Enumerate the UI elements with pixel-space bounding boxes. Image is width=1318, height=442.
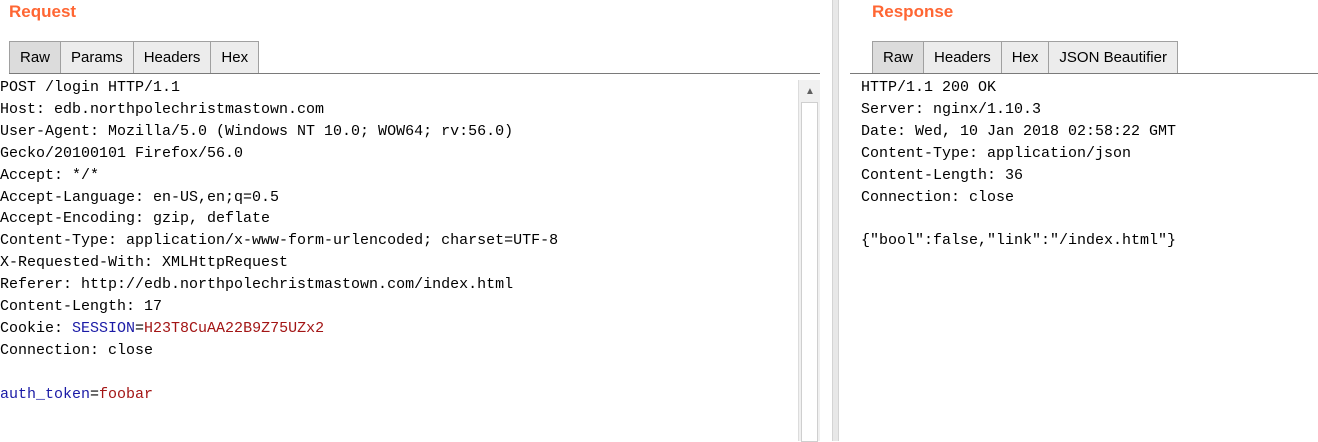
response-line: Content-Type: application/json (861, 144, 1132, 162)
body-param-name: auth_token (0, 385, 91, 403)
request-tab-underline (9, 73, 820, 74)
response-tab-underline (850, 73, 1318, 74)
cookie-equals: = (135, 319, 145, 337)
response-tab-json-beautifier[interactable]: JSON Beautifier (1049, 41, 1178, 73)
request-tabs: Raw Params Headers Hex (9, 41, 260, 74)
request-line: Gecko/20100101 Firefox/56.0 (0, 144, 244, 162)
request-line: Accept-Encoding: gzip, deflate (0, 210, 271, 228)
request-tab-params[interactable]: Params (61, 41, 134, 73)
request-line: User-Agent: Mozilla/5.0 (Windows NT 10.0… (0, 122, 514, 140)
response-line: Content-Length: 36 (861, 166, 1024, 184)
request-panel: Request Raw Params Headers Hex POST /log… (0, 0, 821, 442)
request-line: Content-Type: application/x-www-form-url… (0, 232, 559, 250)
response-tab-raw[interactable]: Raw (872, 41, 925, 74)
request-line: Host: edb.northpolechristmastown.com (0, 100, 325, 118)
request-tab-hex[interactable]: Hex (211, 41, 260, 73)
response-line: Date: Wed, 10 Jan 2018 02:58:22 GMT (861, 122, 1177, 140)
response-tabs: Raw Headers Hex JSON Beautifier (872, 41, 1178, 74)
scroll-thumb[interactable] (801, 102, 818, 442)
response-tab-hex[interactable]: Hex (1001, 41, 1050, 73)
request-scrollbar[interactable]: ▲ (798, 80, 821, 442)
response-tab-headers[interactable]: Headers (924, 41, 1002, 73)
scroll-up-arrow-icon[interactable]: ▲ (799, 80, 821, 102)
request-tab-raw[interactable]: Raw (9, 41, 62, 74)
request-raw-text[interactable]: POST /login HTTP/1.1 Host: edb.northpolec… (0, 77, 820, 406)
body-equals: = (90, 385, 100, 403)
response-raw-text[interactable]: HTTP/1.1 200 OK Server: nginx/1.10.3 Date:… (850, 77, 1318, 252)
response-line: Server: nginx/1.10.3 (861, 100, 1042, 118)
request-line: Connection: close (0, 341, 154, 359)
response-line: Connection: close (861, 188, 1015, 206)
split-divider[interactable] (832, 0, 839, 441)
request-editor[interactable]: POST /login HTTP/1.1 Host: edb.northpolec… (0, 77, 820, 441)
request-line: Content-Length: 17 (0, 298, 163, 316)
response-json-body: {"bool":false,"link":"/index.html"} (861, 232, 1177, 250)
request-tab-headers[interactable]: Headers (133, 41, 212, 73)
response-title: Response (872, 2, 954, 21)
request-line: X-Requested-With: XMLHttpRequest (0, 254, 289, 272)
request-line: Accept: */* (0, 166, 100, 184)
cookie-name: SESSION (72, 319, 136, 337)
response-line (861, 208, 1318, 230)
cookie-line: Cookie: SESSION=H23T8CuAA22B9Z75UZx2 (0, 318, 820, 340)
response-panel: Response Raw Headers Hex JSON Beautifier… (850, 0, 1318, 441)
request-title: Request (9, 2, 77, 21)
response-editor[interactable]: HTTP/1.1 200 OK Server: nginx/1.10.3 Date:… (850, 77, 1318, 441)
cookie-value: H23T8CuAA22B9Z75UZx2 (144, 319, 325, 337)
body-line: auth_token=foobar (0, 384, 820, 406)
request-line: Referer: http://edb.northpolechristmasto… (0, 276, 514, 294)
cookie-prefix: Cookie: (0, 319, 73, 337)
response-line: HTTP/1.1 200 OK (861, 79, 997, 96)
request-line: Accept-Language: en-US,en;q=0.5 (0, 188, 280, 206)
body-param-value: foobar (99, 385, 154, 403)
request-line: POST /login HTTP/1.1 (0, 79, 181, 96)
